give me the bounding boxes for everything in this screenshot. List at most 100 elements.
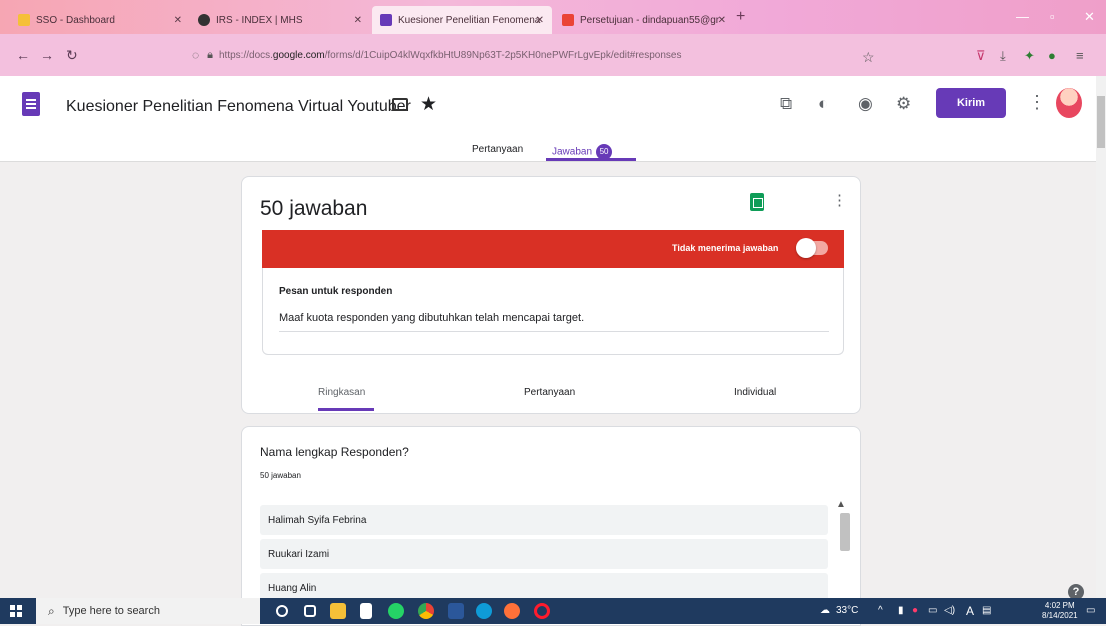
accepting-responses-toggle[interactable] <box>796 238 828 258</box>
close-icon[interactable]: ✕ <box>174 15 182 26</box>
subtab-summary[interactable]: Ringkasan <box>318 387 365 398</box>
avatar[interactable] <box>1056 88 1082 118</box>
edge-icon[interactable] <box>476 603 492 619</box>
file-explorer-icon[interactable] <box>330 603 346 619</box>
answers-scrollbar[interactable] <box>840 513 850 551</box>
browser-tab-gmail[interactable]: Persetujuan - dindapuan55@gr ✕ <box>554 6 734 34</box>
taskbar-clock[interactable]: 4:02 PM 8/14/2021 <box>1042 601 1078 621</box>
question-card: Nama lengkap Responden? 50 jawaban Halim… <box>241 426 861 626</box>
page-scrollbar-track[interactable] <box>1096 76 1106 598</box>
download-icon[interactable]: ⤓ <box>1000 48 1006 64</box>
whatsapp-icon[interactable] <box>388 603 404 619</box>
app-tray-icon[interactable]: ● <box>912 605 918 616</box>
notification-icon[interactable]: ▭ <box>1086 605 1095 616</box>
close-icon[interactable]: ✕ <box>536 15 544 26</box>
browser-tab-bar: SSO - Dashboard ✕ IRS - INDEX | MHS ✕ Ku… <box>0 0 1106 34</box>
tab-responses-label: Jawaban <box>552 146 593 158</box>
addon-puzzle-icon[interactable]: ⧉ <box>780 94 792 114</box>
windows-start-icon[interactable] <box>10 605 22 617</box>
menu-icon[interactable]: ≡ <box>1076 48 1084 63</box>
cortana-icon[interactable] <box>276 605 288 617</box>
word-icon[interactable] <box>448 603 464 619</box>
sheets-icon[interactable] <box>750 193 764 211</box>
star-icon[interactable]: ★ <box>420 93 437 116</box>
tray-chevron-icon[interactable]: ^ <box>878 605 883 616</box>
tab-label: Persetujuan - dindapuan55@gr <box>580 14 720 26</box>
close-icon[interactable]: ✕ <box>354 15 362 26</box>
tab-questions[interactable]: Pertanyaan <box>472 144 523 155</box>
back-icon[interactable]: ← <box>16 47 30 63</box>
scroll-up-icon[interactable]: ▲ <box>836 499 846 510</box>
url-host: google.com <box>272 49 325 61</box>
google-forms-icon[interactable] <box>22 92 40 116</box>
weather-icon: ☁ <box>820 605 830 616</box>
lock-icon: 🔒︎ <box>207 48 213 61</box>
reload-icon[interactable]: ↻ <box>66 47 78 64</box>
network-icon[interactable]: ▮ <box>898 605 904 616</box>
weather-temperature[interactable]: 33°C <box>836 605 858 616</box>
language-indicator[interactable]: A <box>966 604 974 618</box>
pocket-icon[interactable]: ⊽ <box>976 48 986 64</box>
search-icon: ⌕ <box>48 603 55 618</box>
folder-icon[interactable] <box>392 98 408 111</box>
gmail-favicon-icon <box>562 14 574 26</box>
question-response-count: 50 jawaban <box>260 471 301 480</box>
firefox-icon[interactable] <box>504 603 520 619</box>
forms-favicon-icon <box>380 14 392 26</box>
url-path: /forms/d/1CuipO4klWqxfkbHtU89Np63T-2p5KH… <box>324 49 682 61</box>
send-button[interactable]: Kirim <box>936 88 1006 118</box>
maximize-icon[interactable]: ▫ <box>1050 9 1055 24</box>
divider <box>279 331 829 332</box>
responses-card: 50 jawaban ⋮ Tidak menerima jawaban Pesa… <box>241 176 861 414</box>
question-title: Nama lengkap Responden? <box>260 445 409 459</box>
keyboard-icon[interactable]: ▤ <box>982 605 991 616</box>
search-placeholder: Type here to search <box>62 605 160 617</box>
more-vert-icon[interactable]: ⋮ <box>1028 92 1046 113</box>
chrome-icon[interactable] <box>418 603 434 619</box>
more-vert-icon[interactable]: ⋮ <box>832 191 847 209</box>
subtab-individual[interactable]: Individual <box>734 387 776 398</box>
respondent-message-box: Pesan untuk responden Maaf kuota respond… <box>262 268 844 355</box>
settings-gear-icon[interactable]: ⚙ <box>896 94 911 114</box>
list-item: Halimah Syifa Febrina <box>260 505 828 535</box>
form-title[interactable]: Kuesioner Penelitian Fenomena Virtual Yo… <box>66 98 411 116</box>
opera-icon[interactable] <box>534 603 550 619</box>
tab-label: IRS - INDEX | MHS <box>216 14 303 26</box>
subtab-question[interactable]: Pertanyaan <box>524 387 575 398</box>
sso-favicon-icon <box>18 14 30 26</box>
bookmark-star-icon[interactable]: ☆ <box>862 49 875 66</box>
page-scrollbar-thumb[interactable] <box>1097 96 1105 148</box>
addon-icon[interactable]: ● <box>1048 48 1056 63</box>
browser-tab-sso[interactable]: SSO - Dashboard ✕ <box>10 6 190 34</box>
browser-tab-irs[interactable]: IRS - INDEX | MHS ✕ <box>190 6 370 34</box>
volume-icon[interactable]: ◁) <box>944 605 955 616</box>
list-item: Ruukari Izami <box>260 539 828 569</box>
windows-taskbar: ⌕ Type here to search ☁ 33°C ^ ▮ ● ▭ ◁) … <box>0 598 1106 624</box>
new-tab-icon[interactable]: + <box>736 8 745 26</box>
taskbar-search-input[interactable]: ⌕ Type here to search <box>36 598 260 624</box>
preview-eye-icon[interactable]: ◉ <box>858 94 873 114</box>
github-favicon-icon <box>198 14 210 26</box>
message-label: Pesan untuk responden <box>279 286 393 297</box>
extension-icon[interactable]: ✦ <box>1024 48 1035 64</box>
message-input[interactable]: Maaf kuota responden yang dibutuhkan tel… <box>279 312 584 324</box>
notepad-icon[interactable] <box>360 603 372 619</box>
browser-nav-bar: ← → ↻ ◌ 🔒︎ https://docs. google.com /for… <box>0 34 1106 76</box>
close-icon[interactable]: ✕ <box>718 15 726 26</box>
window-close-icon[interactable]: ✕ <box>1084 9 1095 25</box>
responses-title: 50 jawaban <box>260 197 368 220</box>
browser-tab-forms[interactable]: Kuesioner Penelitian Fenomena ✕ <box>372 6 552 34</box>
battery-icon[interactable]: ▭ <box>928 605 937 616</box>
forward-icon[interactable]: → <box>40 47 54 63</box>
not-accepting-banner: Tidak menerima jawaban <box>262 230 844 268</box>
palette-icon[interactable]: ◐ <box>818 94 828 114</box>
subtab-indicator <box>318 408 374 411</box>
shield-icon: ◌ <box>192 48 200 62</box>
accepting-responses-label: Tidak menerima jawaban <box>672 243 779 253</box>
address-bar[interactable]: ◌ 🔒︎ https://docs. google.com /forms/d/1… <box>186 42 886 68</box>
clock-time: 4:02 PM <box>1044 601 1075 610</box>
task-view-icon[interactable] <box>304 605 316 617</box>
forms-header: Kuesioner Penelitian Fenomena Virtual Yo… <box>0 76 1096 162</box>
tab-label: SSO - Dashboard <box>36 14 115 26</box>
minimize-icon[interactable]: — <box>1016 9 1029 24</box>
